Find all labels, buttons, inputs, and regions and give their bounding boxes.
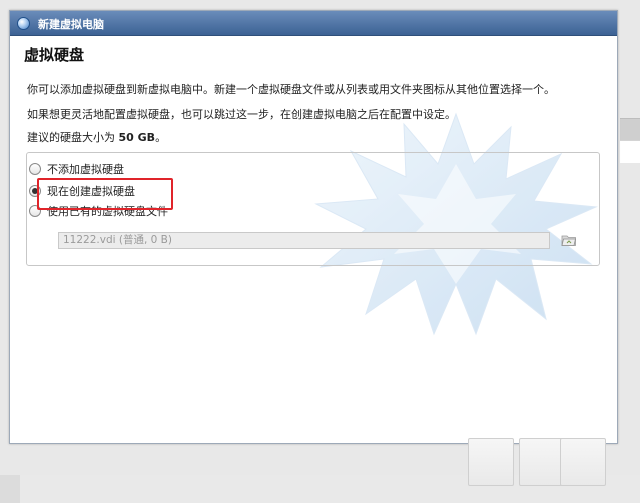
recommended-size-text: 建议的硬盘大小为 50 GB。 (27, 129, 166, 145)
radio-button[interactable] (29, 163, 41, 175)
recommended-size-value: 50 GB (118, 131, 156, 144)
folder-open-icon[interactable] (561, 232, 577, 248)
page-title: 虚拟硬盘 (24, 46, 85, 64)
background-panel (620, 118, 640, 141)
window-title: 新建虚拟电脑 (38, 18, 104, 31)
cancel-button[interactable] (560, 438, 606, 486)
description-text: 如果想更灵活地配置虚拟硬盘，也可以跳过这一步，在创建虚拟电脑之后在配置中设定。 (27, 108, 456, 121)
annotation-highlight (37, 178, 173, 210)
recommended-size-suffix: 。 (155, 131, 167, 144)
title-bar[interactable]: 新建虚拟电脑 (10, 11, 617, 36)
back-button[interactable] (468, 438, 514, 486)
description-text: 你可以添加虚拟硬盘到新虚拟电脑中。新建一个虚拟硬盘文件或从列表或用文件夹图标从其… (27, 83, 555, 96)
new-vm-dialog: 新建虚拟电脑 虚拟硬盘 你可以添加虚拟硬盘到新虚拟电脑中。新建一个虚拟硬盘文件或… (9, 10, 618, 444)
radio-no-disk[interactable]: 不添加虚拟硬盘 (29, 161, 124, 177)
virtualbox-icon (17, 17, 30, 30)
radio-label: 不添加虚拟硬盘 (47, 163, 124, 176)
background-panel (620, 140, 640, 163)
create-button[interactable] (519, 438, 565, 486)
existing-disk-select[interactable]: 11222.vdi (普通, 0 B) (58, 232, 550, 249)
background-bottom-left (0, 475, 20, 503)
recommended-size-prefix: 建议的硬盘大小为 (27, 131, 115, 144)
